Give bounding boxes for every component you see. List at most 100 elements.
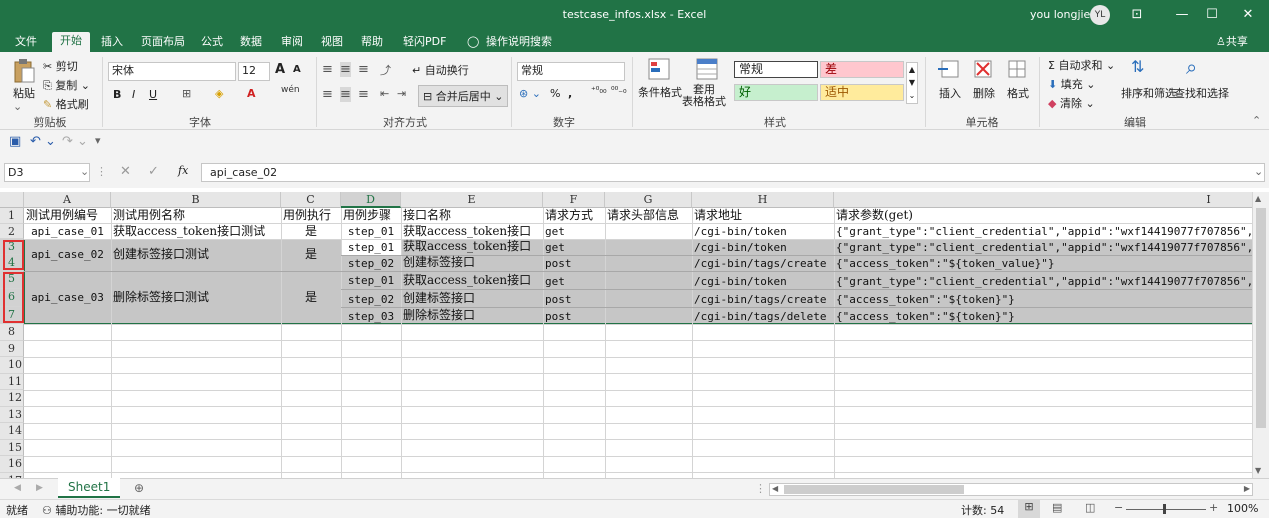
cell-i5[interactable]: {"grant_type":"client_credential","appid…	[836, 274, 1252, 289]
percent-button[interactable]: %	[550, 87, 560, 100]
close-button[interactable]: ✕	[1233, 4, 1263, 26]
cell-d6[interactable]: step_02	[341, 292, 401, 307]
cell-e1[interactable]: 接口名称	[403, 208, 543, 223]
accessibility-status[interactable]: ⚇ 辅助功能: 一切就绪	[42, 502, 151, 518]
cell-a1[interactable]: 测试用例编号	[26, 208, 111, 223]
tab-formulas[interactable]: 公式	[199, 33, 225, 52]
align-center-icon[interactable]: ≡	[340, 87, 351, 102]
cell-e7[interactable]: 删除标签接口	[403, 308, 543, 323]
row-header[interactable]: 15	[0, 439, 24, 456]
cell-i2[interactable]: {"grant_type":"client_credential","appid…	[836, 224, 1252, 239]
merge-center-button[interactable]: ⊟ 合并后居中 ⌄	[418, 85, 509, 107]
enter-icon[interactable]: ✓	[148, 164, 159, 179]
cell-g1[interactable]: 请求头部信息	[607, 208, 692, 223]
cell-h6[interactable]: /cgi-bin/tags/create	[694, 292, 834, 307]
page-layout-view-icon[interactable]: ▤	[1052, 501, 1062, 514]
cell-e4[interactable]: 创建标签接口	[403, 255, 543, 270]
undo-icon[interactable]: ↶ ⌄	[30, 134, 56, 149]
format-cells-icon[interactable]	[1006, 58, 1028, 80]
find-select-button[interactable]: 查找和选择	[1174, 85, 1229, 101]
format-as-table-button[interactable]: 套用 表格格式	[682, 84, 726, 108]
prev-sheet-icon[interactable]: ◀	[14, 483, 21, 493]
row-header[interactable]: 2	[0, 223, 24, 240]
phonetic-icon[interactable]: wén	[281, 85, 300, 95]
tab-data[interactable]: 数据	[238, 33, 264, 52]
worksheet-grid[interactable]: A B C D E F G H I 1 2 3 4 5 6 7 8 9 10 1…	[0, 192, 1252, 478]
currency-icon[interactable]: ⊛ ⌄	[519, 87, 541, 100]
vertical-scrollbar[interactable]: ▲ ▼	[1252, 192, 1269, 478]
cell-d2[interactable]: step_01	[341, 224, 401, 239]
horizontal-scrollbar[interactable]: ◀ ▶	[769, 483, 1253, 496]
paste-icon[interactable]	[13, 58, 35, 84]
style-bad[interactable]: 差	[820, 61, 904, 78]
user-name[interactable]: you longjie	[1030, 8, 1090, 21]
share-button[interactable]: ♙共享	[1214, 33, 1250, 52]
page-break-view-icon[interactable]: ◫	[1085, 501, 1095, 514]
avatar[interactable]: YL	[1090, 5, 1110, 25]
cell-f1[interactable]: 请求方式	[545, 208, 605, 223]
tab-page-layout[interactable]: 页面布局	[139, 33, 187, 52]
row-header[interactable]: 12	[0, 390, 24, 407]
tab-file[interactable]: 文件	[13, 33, 39, 52]
name-box[interactable]: D3	[4, 163, 90, 182]
align-bottom-icon[interactable]: ≡	[358, 62, 369, 77]
border-icon[interactable]: ⊞	[182, 87, 191, 100]
bold-button[interactable]: B	[113, 88, 121, 101]
cell-h4[interactable]: /cgi-bin/tags/create	[694, 256, 834, 271]
scrollbar-thumb[interactable]	[1256, 208, 1266, 428]
zoom-slider-thumb[interactable]	[1163, 504, 1166, 514]
cell-f6[interactable]: post	[545, 292, 605, 307]
delete-cells-button[interactable]: 删除	[973, 85, 995, 101]
cell-f7[interactable]: post	[545, 309, 605, 324]
format-painter-button[interactable]: ✎ 格式刷	[43, 96, 89, 112]
styles-gallery-scroll[interactable]: ▲ ▼ ⌄	[906, 62, 918, 104]
zoom-slider[interactable]	[1126, 509, 1206, 510]
cancel-icon[interactable]: ✕	[120, 164, 131, 179]
sort-filter-button[interactable]: 排序和筛选	[1121, 85, 1176, 101]
select-all-corner[interactable]	[0, 192, 24, 208]
cell-f4[interactable]: post	[545, 256, 605, 271]
row-header[interactable]: 1	[0, 208, 24, 224]
align-right-icon[interactable]: ≡	[358, 87, 369, 102]
underline-button[interactable]: U	[149, 88, 157, 101]
cut-button[interactable]: ✂ 剪切	[43, 58, 78, 74]
scroll-left-icon[interactable]: ◀	[772, 484, 778, 493]
scroll-right-icon[interactable]: ▶	[1244, 484, 1250, 493]
formula-input[interactable]: api_case_02	[201, 163, 1265, 182]
tab-help[interactable]: 帮助	[359, 33, 385, 52]
row-header[interactable]: 13	[0, 406, 24, 423]
indent-decrease-icon[interactable]: ⇤	[380, 87, 389, 100]
tell-me-search[interactable]: 操作说明搜索	[484, 33, 554, 52]
increase-decimal-icon[interactable]: ⁺⁰₀₀	[591, 86, 607, 96]
row-header[interactable]: 10	[0, 357, 24, 374]
sheet-tab-sheet1[interactable]: Sheet1	[58, 478, 121, 498]
cell-i1[interactable]: 请求参数(get)	[836, 208, 1252, 223]
cell-d1[interactable]: 用例步骤	[343, 208, 401, 223]
orientation-icon[interactable]: ⤴	[380, 62, 391, 78]
scroll-up-icon[interactable]: ▲	[1255, 194, 1261, 203]
collapse-ribbon-icon[interactable]: ⌃	[1252, 114, 1261, 127]
indent-increase-icon[interactable]: ⇥	[397, 87, 406, 100]
cell-h2[interactable]: /cgi-bin/token	[694, 224, 834, 239]
fill-color-icon[interactable]: ◈	[215, 87, 223, 100]
tab-view[interactable]: 视图	[319, 33, 345, 52]
grow-font-button[interactable]: A	[275, 62, 285, 77]
find-icon[interactable]: ⌕	[1186, 55, 1197, 79]
column-header-i[interactable]: I	[834, 192, 1252, 208]
delete-cells-icon[interactable]	[972, 58, 994, 80]
tab-pdf[interactable]: 轻闪PDF	[401, 33, 448, 52]
column-header-g[interactable]: G	[605, 192, 692, 208]
tab-split-handle[interactable]: ⋮	[755, 482, 766, 495]
cell-i7[interactable]: {"access_token":"${token}"}	[836, 309, 1252, 324]
column-header-b[interactable]: B	[111, 192, 281, 208]
cell-d7[interactable]: step_03	[341, 309, 401, 324]
cell-a2[interactable]: api_case_01	[24, 224, 111, 239]
wrap-text-button[interactable]: ↵ 自动换行	[412, 62, 469, 78]
sort-filter-icon[interactable]: ⇅	[1131, 57, 1144, 76]
normal-view-icon[interactable]: ⊞	[1018, 500, 1040, 518]
cell-b5[interactable]: 删除标签接口测试	[113, 290, 281, 305]
style-normal[interactable]: 常规	[734, 61, 818, 78]
row-header[interactable]: 11	[0, 373, 24, 390]
insert-cells-button[interactable]: 插入	[939, 85, 961, 101]
conditional-format-button[interactable]: 条件格式	[638, 84, 682, 100]
